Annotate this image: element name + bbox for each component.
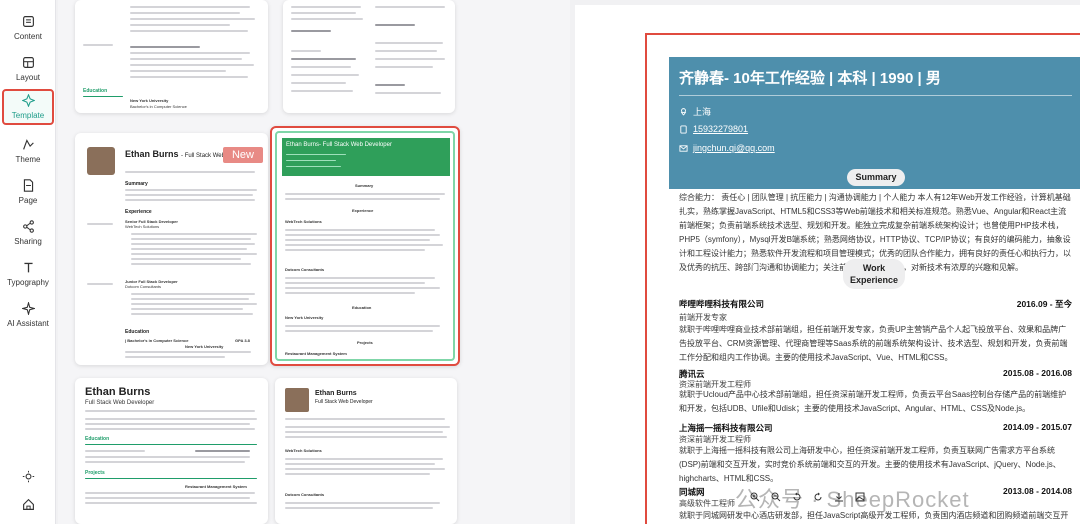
nav-item-typography[interactable]: Typography (2, 254, 54, 294)
resume-name: 齐静春- 10年工作经验 | 本科 | 1990 | 男 (679, 70, 941, 87)
home-button[interactable] (0, 498, 56, 511)
summary-title: Summary (847, 169, 905, 186)
nav-label: Page (18, 196, 38, 205)
nav-label: Theme (15, 155, 41, 164)
rotate-left-icon[interactable] (792, 492, 802, 502)
template-card-c-selected[interactable]: Ethan Burns- Full Stack Web Developer Su… (270, 126, 460, 366)
nav-item-content[interactable]: Content (2, 8, 54, 48)
card-b-summary-heading: Summary (125, 181, 148, 187)
card-a-school: New York University (130, 98, 169, 103)
nav-item-theme[interactable]: Theme (2, 131, 54, 171)
nav-item-page[interactable]: Page (2, 172, 54, 212)
template-card-e[interactable]: Ethan Burns Full Stack Web Developer Web… (275, 378, 457, 524)
nav-label: Sharing (14, 237, 42, 246)
job-1-desc: 就职于哔哩哔哩商业技术部前端组，担任前端开发专家，负责UP主营销产品个人起飞投放… (679, 325, 1068, 362)
nav-label: Typography (7, 278, 49, 287)
location-icon (680, 108, 687, 116)
job-1-header: 哔哩哔哩科技有限公司 2016.09 - 至今 (679, 299, 1072, 309)
resume-phone[interactable]: 15932279801 (679, 124, 748, 134)
job-3-header: 上海摇一摇科技有限公司 2014.09 - 2015.07 (679, 422, 1072, 433)
card-b-experience-heading: Experience (125, 209, 152, 215)
zoom-in-icon[interactable] (750, 492, 760, 502)
job-2-desc: 就职于Ucloud产品中心技术部前端组，担任资深前端开发工程师，负责云平台Saa… (679, 390, 1067, 413)
template-card-a[interactable]: Education New York University Bachelor's… (75, 0, 268, 113)
job-3-desc: 就职于上海摇一摇科技有限公司上海研发中心，担任资深前端开发工程师，负责互联网广告… (679, 446, 1061, 483)
nav-item-ai-assistant[interactable]: AI Assistant (2, 295, 54, 335)
card-a-education-heading: Education (83, 88, 108, 94)
nav-label: Template (11, 111, 45, 120)
new-badge: New (223, 147, 263, 163)
template-card-top-right[interactable] (283, 0, 455, 113)
nav-item-template[interactable]: Template (2, 89, 54, 125)
template-gallery: Education New York University Bachelor's… (58, 0, 625, 524)
nav-label: Content (13, 32, 43, 41)
resume-email[interactable]: jingchun.qi@qq.com (679, 143, 775, 153)
work-experience-title: Work Experience (843, 259, 905, 289)
rotate-right-icon[interactable] (813, 492, 823, 502)
zoom-out-icon[interactable] (771, 492, 781, 502)
template-icon (21, 94, 35, 107)
job-4-role: 高级软件工程师 (679, 499, 735, 508)
nav-label: AI Assistant (7, 319, 49, 328)
card-c-title: Ethan Burns- Full Stack Web Developer (286, 142, 392, 148)
nav-label: Layout (15, 73, 41, 82)
preview-toolbar (750, 492, 865, 502)
resume-builder-app: Content Layout Template Theme Page Shari… (0, 0, 1080, 524)
card-e-photo (285, 388, 309, 412)
card-b-education-heading: Education (125, 329, 150, 335)
nav-item-sharing[interactable]: Sharing (2, 213, 54, 253)
template-card-d[interactable]: Ethan Burns Full Stack Web Developer Edu… (75, 378, 268, 524)
card-d-name: Ethan Burns (85, 386, 151, 398)
left-nav: Content Layout Template Theme Page Shari… (0, 0, 56, 524)
sun-icon (22, 470, 34, 483)
image-icon[interactable] (855, 492, 865, 502)
resume-location: 上海 (679, 105, 711, 118)
ai-icon (21, 302, 35, 315)
page-icon (23, 179, 33, 192)
settings-button[interactable] (0, 470, 56, 483)
palette-icon (22, 139, 34, 150)
home-icon (22, 498, 34, 510)
card-b-photo (87, 147, 115, 175)
mail-icon (679, 144, 688, 152)
layout-icon (22, 57, 34, 68)
nav-item-layout[interactable]: Layout (2, 49, 54, 89)
download-icon[interactable] (834, 492, 844, 502)
phone-icon (680, 124, 687, 134)
list-icon (22, 16, 34, 27)
card-a-degree: Bachelor's in Computer Science (130, 104, 187, 109)
job-1-role: 前端开发专家 (679, 313, 727, 322)
template-card-b[interactable]: Ethan Burns - Full Stack Web Developer N… (75, 133, 268, 365)
share-icon (22, 220, 34, 233)
resume-preview: 齐静春- 10年工作经验 | 本科 | 1990 | 男 上海 15932279… (645, 33, 1080, 524)
typography-icon (23, 262, 33, 273)
